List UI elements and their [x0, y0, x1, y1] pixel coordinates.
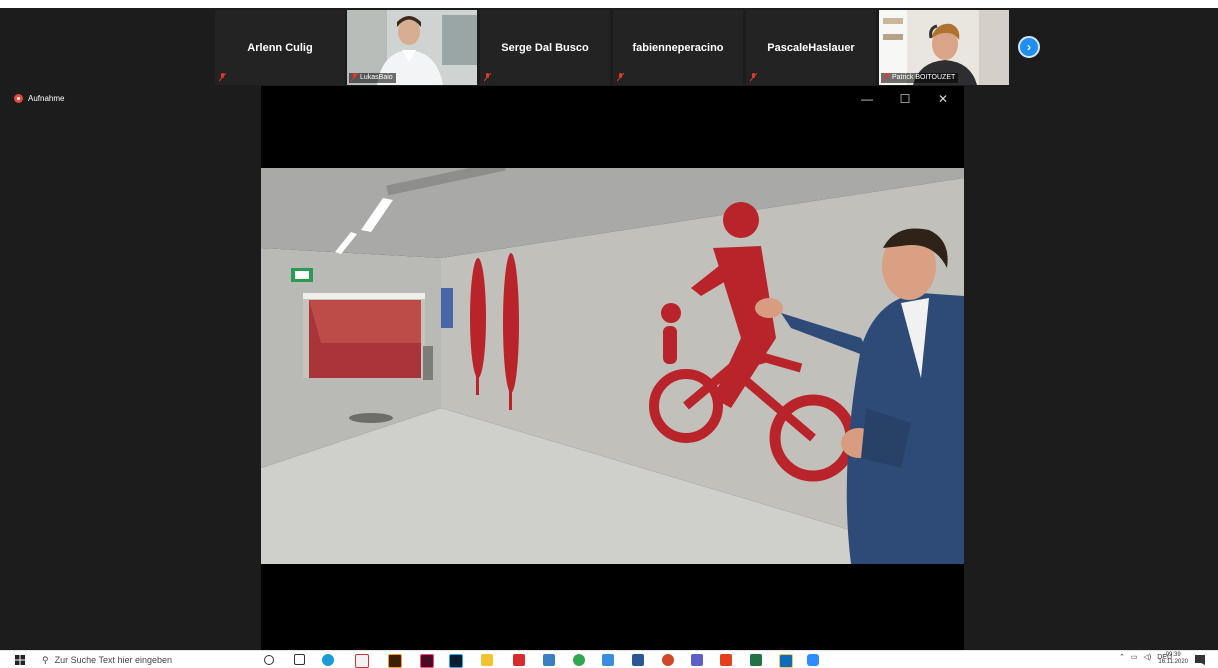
excel-icon[interactable] — [750, 654, 762, 666]
muted-mic-icon — [617, 73, 624, 82]
teams-icon[interactable] — [691, 654, 703, 666]
clock-date: 16.11.2020 — [1158, 659, 1188, 665]
word-icon[interactable] — [632, 654, 644, 666]
participant-tile[interactable]: PascaleHaslauer — [746, 10, 876, 85]
muted-mic-icon — [484, 73, 491, 82]
windows-start-icon[interactable] — [15, 655, 25, 665]
snipping-icon[interactable] — [543, 654, 555, 666]
file-explorer-icon[interactable] — [481, 654, 493, 666]
minimize-button[interactable]: — — [859, 92, 875, 106]
shared-video-window: — ☐ ✕ — [261, 86, 964, 650]
recording-icon — [14, 93, 23, 103]
muted-mic-icon — [750, 73, 757, 82]
speaker-icon[interactable]: ◁) — [1144, 653, 1152, 661]
remote-desktop-icon[interactable] — [602, 654, 614, 666]
participant-name-tag: Patrick BOITOUZET — [881, 73, 959, 83]
participant-tile[interactable]: Serge Dal Busco — [480, 10, 610, 85]
video-frame — [261, 168, 964, 564]
participant-name: PascaleHaslauer — [767, 41, 855, 54]
title-strip — [0, 0, 1218, 8]
office-icon[interactable] — [720, 654, 732, 666]
acrobat-icon[interactable] — [513, 654, 525, 666]
participant-name: fabienneperacino — [632, 41, 724, 54]
zoom-meeting-window: Arlenn Culig LukasBaio Serge Dal Busco f… — [0, 0, 1218, 650]
powerpoint-icon[interactable] — [662, 654, 674, 666]
participant-tile[interactable]: Patrick BOITOUZET — [879, 10, 1009, 85]
edge-icon[interactable] — [322, 654, 334, 666]
task-view-icon[interactable] — [294, 654, 305, 665]
acrobat-reader-icon[interactable] — [355, 654, 369, 668]
participant-tile[interactable]: LukasBaio — [347, 10, 477, 85]
indesign-icon[interactable] — [420, 654, 434, 668]
participant-tile[interactable]: Arlenn Culig — [215, 10, 345, 85]
chrome-icon[interactable] — [573, 654, 585, 666]
zoom-icon[interactable] — [807, 654, 819, 666]
participant-name: Arlenn Culig — [247, 41, 313, 54]
close-button[interactable]: ✕ — [935, 92, 951, 106]
notification-icon[interactable] — [1195, 655, 1205, 665]
muted-mic-icon — [351, 73, 358, 82]
clock-time: 09:39 — [1165, 652, 1181, 658]
outlook-icon[interactable] — [779, 654, 793, 668]
participant-tile[interactable]: fabienneperacino — [613, 10, 743, 85]
recording-indicator[interactable]: Aufnahme — [14, 92, 64, 104]
next-page-button[interactable]: › — [1018, 36, 1040, 58]
cortana-icon[interactable] — [264, 655, 274, 665]
clock[interactable]: 09:39 16.11.2020 — [1158, 652, 1188, 666]
illustrator-icon[interactable] — [388, 654, 402, 668]
chevron-up-icon[interactable]: ⌃ — [1119, 653, 1125, 661]
taskbar-search[interactable]: ⚲ Zur Suche Text hier eingeben — [42, 653, 172, 667]
search-placeholder: Zur Suche Text hier eingeben — [54, 655, 173, 665]
chevron-right-icon: › — [1027, 40, 1031, 54]
search-icon: ⚲ — [42, 654, 49, 665]
muted-mic-icon — [219, 73, 226, 82]
network-icon[interactable]: ▭ — [1131, 653, 1138, 661]
windows-taskbar: ⚲ Zur Suche Text hier eingeben ⌃ ▭ ◁) DE… — [0, 650, 1218, 668]
photoshop-icon[interactable] — [449, 654, 463, 668]
recording-label: Aufnahme — [28, 93, 65, 103]
muted-mic-icon — [883, 73, 890, 82]
maximize-button[interactable]: ☐ — [897, 92, 913, 106]
participant-name: Serge Dal Busco — [501, 41, 589, 54]
